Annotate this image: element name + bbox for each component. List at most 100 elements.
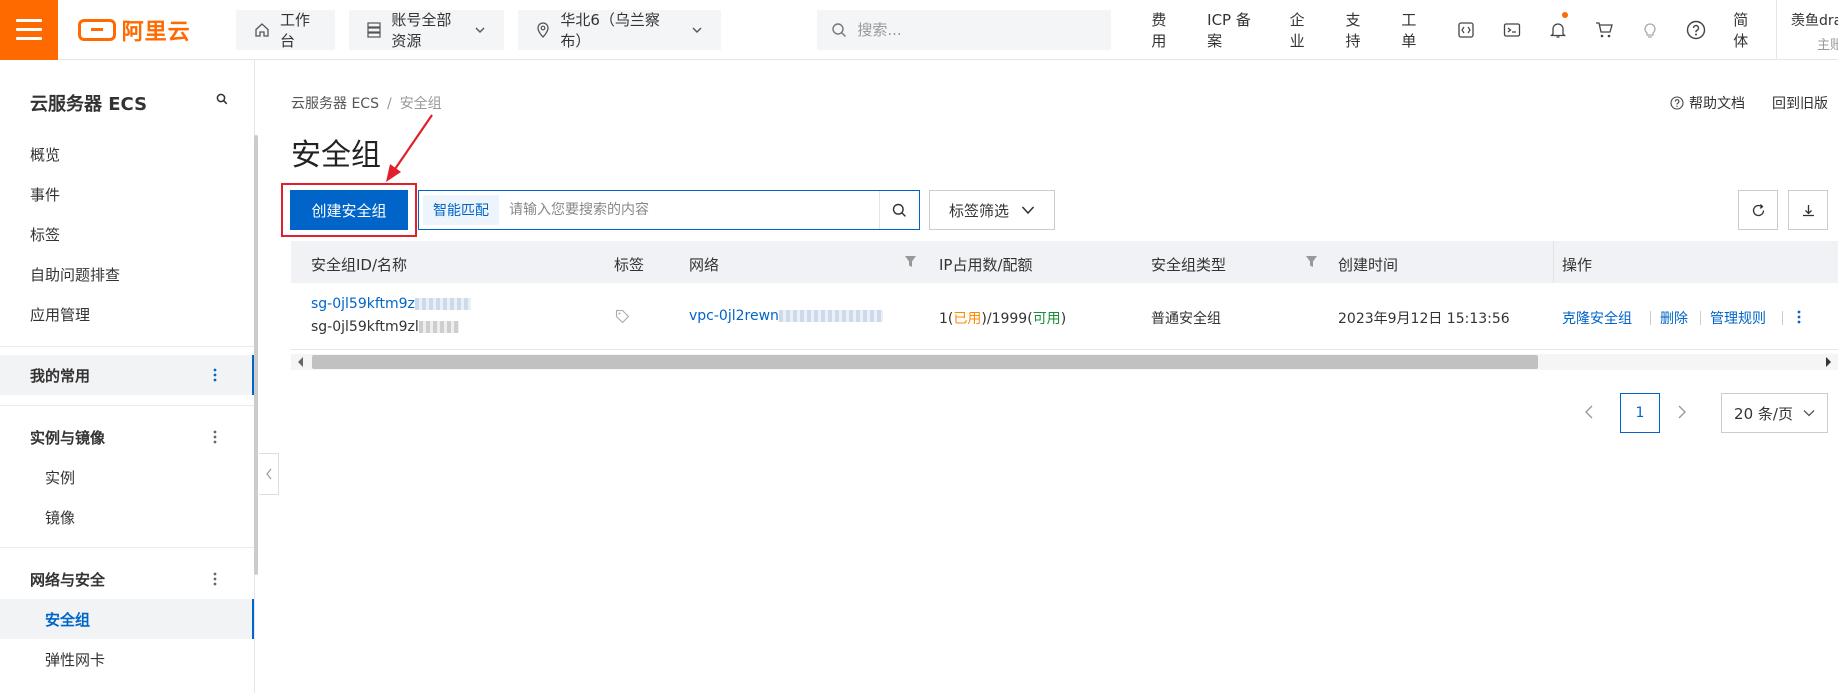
help-circle-icon: [1670, 96, 1684, 110]
scrollbar-thumb[interactable]: [312, 355, 1538, 369]
tag-icon[interactable]: [615, 309, 630, 324]
page-size-dropdown[interactable]: 20 条/页: [1721, 393, 1828, 433]
chevron-left-icon[interactable]: [1582, 400, 1596, 424]
search-icon: [832, 22, 847, 37]
sidebar-item-troubleshoot[interactable]: 自助问题排查: [30, 264, 120, 285]
refresh-icon: [1752, 203, 1764, 216]
chevron-left-icon: [265, 468, 271, 480]
old-version-link[interactable]: 回到旧版: [1772, 93, 1828, 113]
more-vertical-icon[interactable]: [213, 429, 217, 445]
col-header-tags: 标签: [614, 256, 645, 274]
sidebar-item-eni[interactable]: 弹性网卡: [45, 649, 105, 670]
brand-name: 阿里云: [121, 19, 191, 45]
manage-rules-link[interactable]: 管理规则: [1710, 308, 1766, 328]
group-label: 网络与安全: [30, 570, 106, 589]
sidebar-active-bg: [0, 599, 254, 639]
ticket-link[interactable]: 工单: [1387, 9, 1443, 51]
delete-link[interactable]: 删除: [1660, 308, 1688, 328]
language-switch[interactable]: 简体: [1719, 9, 1776, 51]
sidebar-search-button[interactable]: [216, 93, 228, 109]
filter-icon[interactable]: [904, 255, 917, 268]
sidebar-item-tags[interactable]: 标签: [30, 224, 60, 245]
help-docs-link[interactable]: 帮助文档: [1670, 93, 1745, 113]
chevron-right-icon[interactable]: [1675, 400, 1689, 424]
location-pin-icon: [537, 21, 550, 38]
sidebar-group-network[interactable]: 网络与安全: [0, 559, 254, 599]
search-bar: 智能匹配: [418, 190, 920, 230]
top-icons: [1443, 0, 1719, 60]
sg-type: 普通安全组: [1151, 311, 1221, 327]
download-button[interactable]: [1788, 190, 1828, 230]
hamburger-menu-button[interactable]: [0, 0, 58, 60]
workbench-button[interactable]: 工作台: [236, 9, 336, 50]
breadcrumb-separator: /: [386, 96, 392, 112]
code-icon: [1458, 21, 1474, 38]
terminal-icon-button[interactable]: [1489, 0, 1535, 60]
bell-icon: [1550, 22, 1567, 38]
action-divider: [1700, 311, 1701, 325]
cart-button[interactable]: [1581, 0, 1627, 60]
sidebar-item-overview[interactable]: 概览: [30, 144, 60, 165]
col-header-actions: 操作: [1562, 256, 1593, 274]
breadcrumb: 云服务器 ECS / 安全组: [291, 93, 442, 113]
sidebar-item-instances[interactable]: 实例: [45, 467, 75, 488]
lightbulb-button[interactable]: [1627, 0, 1673, 60]
ip-available-label: 可用: [1032, 311, 1061, 327]
created-time: 2023年9月12日 15:13:56: [1338, 311, 1510, 327]
aliyun-logo[interactable]: 阿里云: [77, 14, 208, 46]
icp-link[interactable]: ICP 备案: [1193, 9, 1275, 51]
more-vertical-icon[interactable]: [213, 367, 217, 383]
code-icon-button[interactable]: [1443, 0, 1489, 60]
search-input[interactable]: [499, 192, 879, 228]
redacted-text: [778, 310, 883, 322]
vpc-link[interactable]: vpc-0jl2rewn: [689, 308, 779, 324]
support-link[interactable]: 支持: [1331, 9, 1387, 51]
match-mode-dropdown[interactable]: 智能匹配: [423, 195, 499, 225]
more-vertical-icon[interactable]: [1797, 309, 1801, 325]
network-cell: vpc-0jl2rewn: [689, 308, 883, 324]
scroll-left-icon[interactable]: [298, 357, 304, 367]
table-header: 安全组ID/名称 标签 网络 IP占用数/配额 安全组类型 创建时间 操作: [291, 241, 1838, 283]
clone-sg-link[interactable]: 克隆安全组: [1562, 308, 1632, 328]
breadcrumb-root[interactable]: 云服务器 ECS: [291, 96, 379, 112]
refresh-button[interactable]: [1738, 190, 1778, 230]
tag-filter-dropdown[interactable]: 标签筛选: [929, 190, 1055, 230]
global-search[interactable]: [817, 9, 1112, 50]
user-account[interactable]: 羡鱼dra 主账: [1775, 0, 1838, 60]
sidebar-item-events[interactable]: 事件: [30, 184, 60, 205]
billing-link[interactable]: 费用: [1137, 9, 1193, 51]
region-label: 华北6（乌兰察布）: [560, 10, 660, 50]
global-search-input[interactable]: [857, 20, 1098, 39]
redacted-text: [418, 321, 459, 333]
sidebar-item-security-groups[interactable]: 安全组: [45, 609, 90, 630]
sidebar-scrollbar[interactable]: [254, 135, 258, 575]
sidebar-item-images[interactable]: 镜像: [45, 507, 75, 528]
create-security-group-button[interactable]: 创建安全组: [290, 190, 408, 230]
enterprise-link[interactable]: 企业: [1276, 9, 1332, 51]
region-dropdown[interactable]: 华北6（乌兰察布）: [518, 9, 722, 50]
sg-id-link[interactable]: sg-0jl59kftm9z: [311, 296, 415, 312]
chevron-down-icon: [1021, 206, 1035, 215]
search-button[interactable]: [879, 191, 919, 229]
notification-button[interactable]: [1535, 0, 1581, 60]
filter-icon[interactable]: [1305, 255, 1318, 268]
help-circle-icon: [1686, 20, 1706, 39]
sg-name-cell: sg-0jl59kftm9zl: [311, 319, 459, 335]
more-vertical-icon[interactable]: [213, 571, 217, 587]
col-header-network: 网络: [689, 256, 720, 274]
chevron-down-icon: [475, 27, 485, 33]
sg-name: sg-0jl59kftm9zl: [311, 319, 419, 335]
chevron-down-icon: [1803, 410, 1815, 417]
page-number-current[interactable]: 1: [1620, 393, 1660, 433]
help-button[interactable]: [1673, 0, 1719, 60]
sidebar-divider: [0, 405, 254, 406]
sidebar-collapse-button[interactable]: [259, 453, 279, 495]
sidebar-group-favorites[interactable]: 我的常用: [0, 355, 254, 395]
sidebar-item-app-management[interactable]: 应用管理: [30, 304, 90, 325]
action-divider: [1782, 311, 1783, 325]
ip-used: 1: [939, 311, 948, 327]
home-icon: [255, 22, 269, 37]
sidebar-group-instances[interactable]: 实例与镜像: [0, 417, 254, 457]
scroll-right-icon[interactable]: [1825, 357, 1831, 367]
resources-dropdown[interactable]: 账号全部资源: [349, 9, 505, 50]
